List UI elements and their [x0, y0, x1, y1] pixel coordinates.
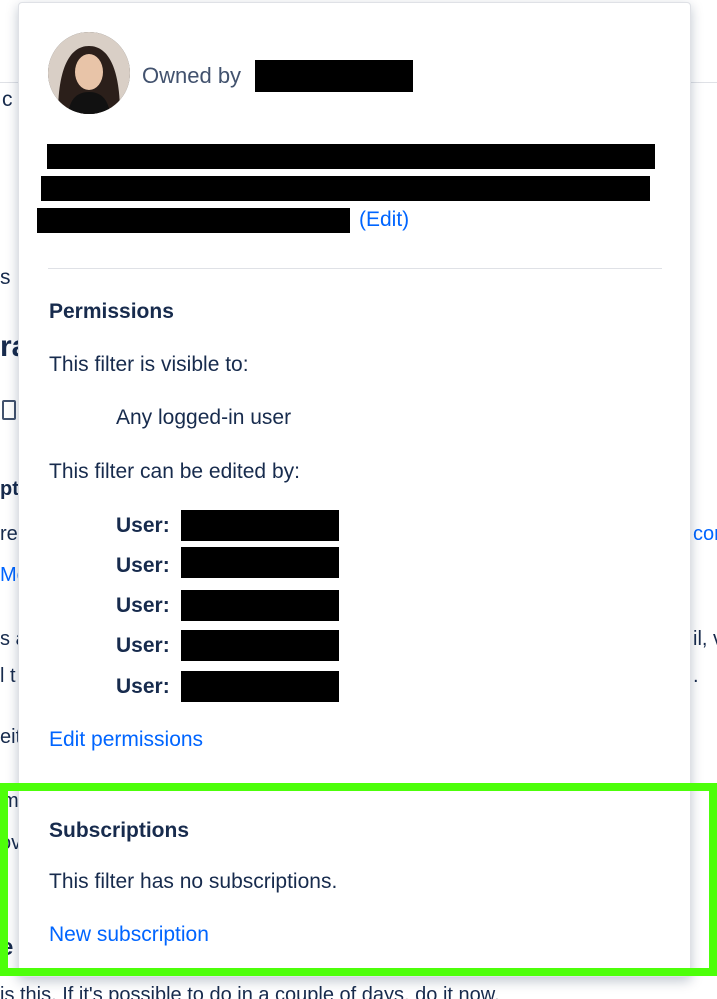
background-text: re: [0, 523, 18, 545]
background-text: s: [0, 266, 11, 289]
no-subscriptions-text: This filter has no subscriptions.: [49, 870, 338, 893]
subscriptions-heading: Subscriptions: [49, 819, 190, 842]
editor-user-redacted: [181, 671, 339, 702]
background-text: .: [693, 665, 699, 687]
edited-by-label: This filter can be edited by:: [49, 460, 300, 483]
section-divider: [48, 268, 662, 269]
editor-user-redacted: [181, 590, 339, 621]
new-subscription-link[interactable]: New subscription: [49, 923, 209, 947]
editor-user-label: User:: [116, 594, 170, 617]
owner-avatar: [48, 32, 130, 114]
description-redacted: [41, 176, 650, 201]
editor-user-label: User:: [116, 675, 170, 698]
background-text: pt: [0, 478, 19, 500]
editor-user-redacted: [181, 630, 339, 661]
filter-details-popover: Owned by (Edit) Permissions This filter …: [18, 2, 691, 977]
edit-description-link[interactable]: (Edit): [359, 208, 409, 232]
owner-label: Owned by: [142, 63, 242, 88]
permissions-heading: Permissions: [49, 300, 174, 323]
description-redacted: [47, 144, 655, 169]
background-text: l t: [0, 665, 16, 687]
owner-name-redacted: [255, 60, 413, 92]
background-text: m: [2, 790, 19, 812]
editor-user-redacted: [181, 510, 339, 541]
background-link: con: [693, 523, 717, 545]
visible-to-label: This filter is visible to:: [49, 353, 249, 376]
background-text: il, v: [693, 628, 717, 650]
edit-permissions-link[interactable]: Edit permissions: [49, 728, 203, 752]
background-divider: [691, 82, 717, 83]
background-checkbox-icon: [2, 400, 16, 420]
editor-user-label: User:: [116, 634, 170, 657]
description-redacted: [37, 208, 350, 233]
editor-user-redacted: [181, 547, 339, 578]
visible-to-value: Any logged-in user: [116, 406, 292, 429]
background-text: c: [2, 88, 13, 111]
background-divider: [0, 82, 18, 83]
background-bottom-text: is this. If it's possible to do in a cou…: [0, 984, 500, 999]
editor-user-label: User:: [116, 514, 170, 537]
editor-user-label: User:: [116, 554, 170, 577]
